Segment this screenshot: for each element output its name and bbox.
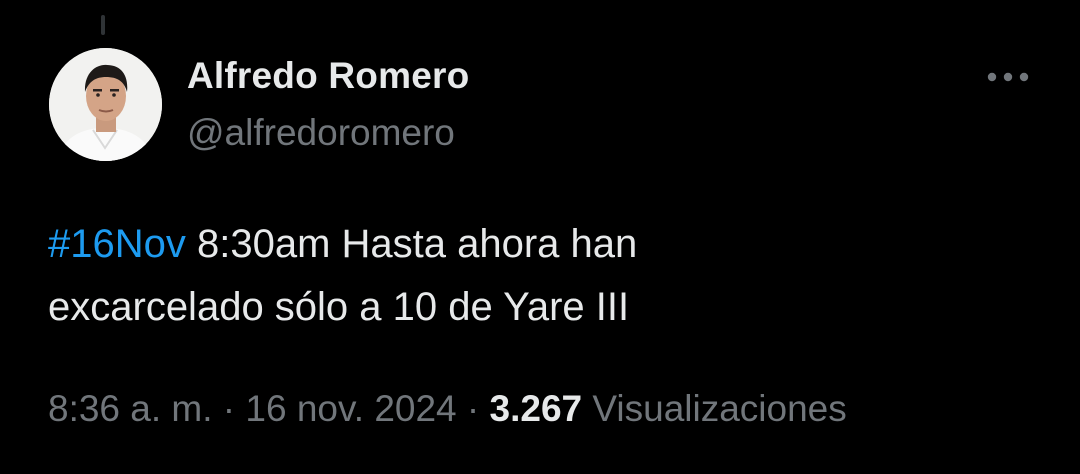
hashtag-link[interactable]: #16Nov bbox=[48, 222, 186, 266]
more-horizontal-icon bbox=[987, 72, 1029, 82]
meta-separator: · bbox=[212, 388, 246, 429]
meta-separator: · bbox=[456, 388, 490, 429]
author-handle[interactable]: @alfredoromero bbox=[187, 112, 455, 154]
thread-connector-line bbox=[101, 15, 105, 35]
tweet-time[interactable]: 8:36 a. m. bbox=[48, 388, 213, 429]
tweet-body-line1: 8:30am Hasta ahora han bbox=[185, 222, 638, 266]
tweet-text: #16Nov 8:30am Hasta ahora han excarcelad… bbox=[48, 213, 1008, 339]
views-count[interactable]: 3.267 bbox=[490, 388, 583, 429]
tweet-meta: 8:36 a. m. · 16 nov. 2024 · 3.267 Visual… bbox=[48, 388, 847, 430]
tweet-body-line2: excarcelado sólo a 10 de Yare III bbox=[48, 285, 630, 329]
views-label[interactable]: Visualizaciones bbox=[582, 388, 846, 429]
more-options-button[interactable] bbox=[980, 60, 1036, 94]
author-display-name[interactable]: Alfredo Romero bbox=[187, 55, 469, 97]
avatar[interactable] bbox=[49, 48, 162, 161]
tweet-date[interactable]: 16 nov. 2024 bbox=[245, 388, 456, 429]
profile-photo bbox=[49, 48, 162, 161]
